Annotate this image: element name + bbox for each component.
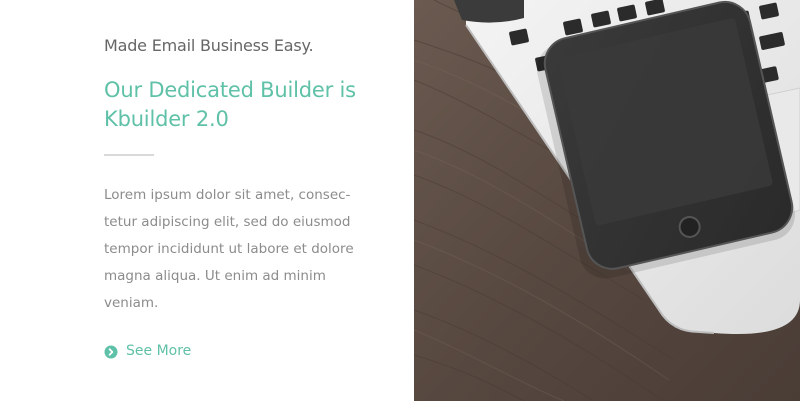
- chevron-circle-right-icon: [104, 344, 118, 359]
- hero-photo: [414, 0, 800, 401]
- kicker-text: Made Email Business Easy.: [104, 36, 314, 55]
- body-text: Lorem ipsum dolor sit amet, consec- tetu…: [104, 187, 354, 311]
- headline: Our Dedicated Builder is Kbuilder 2.0: [104, 78, 356, 131]
- see-more-label: See More: [126, 343, 192, 359]
- text-panel: Made Email Business Easy. Our Dedicated …: [0, 0, 414, 401]
- divider: [104, 154, 154, 156]
- email-template-block: Made Email Business Easy. Our Dedicated …: [0, 0, 800, 401]
- see-more-link[interactable]: See More: [104, 343, 191, 359]
